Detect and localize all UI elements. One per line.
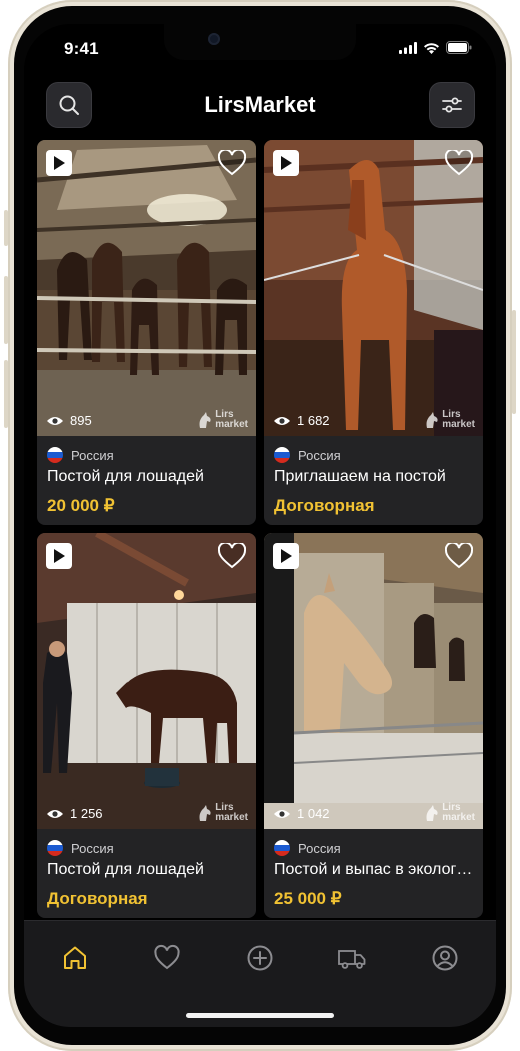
russia-flag-icon bbox=[274, 447, 290, 463]
favorite-heart-icon[interactable] bbox=[445, 543, 473, 569]
stalls-corridor-photo bbox=[264, 533, 483, 829]
status-icons bbox=[399, 41, 472, 54]
lirs-market-watermark: Lirs market bbox=[198, 803, 248, 823]
views-count: 895 bbox=[70, 413, 92, 428]
stable-horses-photo bbox=[37, 140, 256, 436]
tab-profile[interactable] bbox=[429, 943, 461, 973]
play-icon bbox=[281, 549, 292, 563]
russia-flag-icon bbox=[274, 840, 290, 856]
volume-down-button bbox=[4, 360, 8, 428]
eye-icon bbox=[47, 809, 63, 818]
listing-info: Россия Приглашаем на постой Договорная bbox=[264, 436, 483, 525]
profile-icon bbox=[432, 945, 458, 971]
status-bar: 9:41 bbox=[24, 24, 496, 74]
listing-photo: 1 256 Lirs market bbox=[37, 533, 256, 829]
video-badge bbox=[273, 543, 299, 569]
listing-price: Договорная bbox=[47, 889, 148, 908]
horse-logo-icon bbox=[426, 805, 438, 821]
home-indicator[interactable] bbox=[186, 1013, 334, 1018]
lirs-market-watermark: Lirs market bbox=[425, 803, 475, 823]
tab-home[interactable] bbox=[59, 943, 91, 973]
lirs-market-watermark: Lirs market bbox=[198, 410, 248, 430]
listing-price: 25 000 ₽ bbox=[274, 889, 342, 908]
tab-transport[interactable] bbox=[336, 943, 368, 973]
chestnut-horse-photo bbox=[264, 140, 483, 436]
listing-photo: 1 042 Lirs market bbox=[264, 533, 483, 829]
listing-card[interactable]: 1 682 Lirs market Россия Приглашаем на по… bbox=[264, 140, 483, 525]
horse-logo-icon bbox=[199, 805, 211, 821]
listing-country: Россия bbox=[47, 446, 246, 464]
country-name: Россия bbox=[71, 840, 114, 856]
eye-icon bbox=[274, 809, 290, 818]
play-icon bbox=[281, 156, 292, 170]
battery-icon bbox=[446, 41, 472, 54]
video-badge bbox=[46, 543, 72, 569]
video-badge bbox=[273, 150, 299, 176]
home-icon bbox=[64, 946, 86, 969]
listing-title: Постой для лошадей bbox=[47, 861, 204, 878]
views-count: 1 042 bbox=[297, 806, 330, 821]
favorite-heart-icon[interactable] bbox=[445, 150, 473, 176]
views-counter: 895 bbox=[46, 413, 92, 428]
listing-info: Россия Постой для лошадей 20 000 ₽ bbox=[37, 436, 256, 525]
listing-card[interactable]: 1 042 Lirs market Россия Постой и выпас в… bbox=[264, 533, 483, 918]
views-count: 1 682 bbox=[297, 413, 330, 428]
truck-icon bbox=[338, 950, 366, 969]
listing-title: Постой и выпас в экологи… bbox=[274, 861, 473, 878]
listing-country: Россия bbox=[274, 839, 473, 857]
heart-icon bbox=[154, 944, 180, 970]
wifi-icon bbox=[424, 42, 439, 54]
listing-country: Россия bbox=[274, 446, 473, 464]
filters-button[interactable] bbox=[429, 82, 475, 128]
tab-add-listing[interactable] bbox=[244, 943, 276, 973]
country-name: Россия bbox=[298, 447, 341, 463]
eye-icon bbox=[274, 416, 290, 425]
play-icon bbox=[54, 549, 65, 563]
views-counter: 1 682 bbox=[273, 413, 330, 428]
listing-photo: 1 682 Lirs market bbox=[264, 140, 483, 436]
views-counter: 1 042 bbox=[273, 806, 330, 821]
mute-switch bbox=[4, 210, 8, 246]
eye-icon bbox=[47, 416, 63, 425]
screen: 9:41 LirsMarket 895 Lirs market Россия П… bbox=[24, 24, 496, 1027]
horse-logo-icon bbox=[426, 412, 438, 428]
horse-with-handler-photo bbox=[37, 533, 256, 829]
listing-price: Договорная bbox=[274, 496, 375, 515]
video-badge bbox=[46, 150, 72, 176]
russia-flag-icon bbox=[47, 840, 63, 856]
listing-photo: 895 Lirs market bbox=[37, 140, 256, 436]
listing-title: Приглашаем на постой bbox=[274, 468, 446, 485]
top-bar: LirsMarket bbox=[24, 78, 496, 134]
listing-card[interactable]: 895 Lirs market Россия Постой для лошадей… bbox=[37, 140, 256, 525]
country-name: Россия bbox=[298, 840, 341, 856]
russia-flag-icon bbox=[47, 447, 63, 463]
cellular-signal-icon bbox=[399, 41, 417, 54]
tab-bar bbox=[24, 920, 496, 1027]
tab-favorites[interactable] bbox=[151, 943, 183, 973]
notch bbox=[164, 24, 356, 60]
country-name: Россия bbox=[71, 447, 114, 463]
views-counter: 1 256 bbox=[46, 806, 103, 821]
listing-info: Россия Постой для лошадей Договорная bbox=[37, 829, 256, 918]
views-count: 1 256 bbox=[70, 806, 103, 821]
lirs-market-watermark: Lirs market bbox=[425, 410, 475, 430]
listing-price: 20 000 ₽ bbox=[47, 496, 115, 515]
front-camera bbox=[208, 33, 220, 45]
listing-card[interactable]: 1 256 Lirs market Россия Постой для лошад… bbox=[37, 533, 256, 918]
plus-circle-icon bbox=[247, 945, 273, 971]
favorite-heart-icon[interactable] bbox=[218, 150, 246, 176]
volume-up-button bbox=[4, 276, 8, 344]
power-button bbox=[512, 310, 516, 414]
sliders-icon bbox=[442, 97, 462, 113]
status-time: 9:41 bbox=[64, 39, 99, 58]
favorite-heart-icon[interactable] bbox=[218, 543, 246, 569]
listing-title: Постой для лошадей bbox=[47, 468, 204, 485]
listing-country: Россия bbox=[47, 839, 246, 857]
app-title: LirsMarket bbox=[204, 92, 316, 117]
play-icon bbox=[54, 156, 65, 170]
horse-logo-icon bbox=[199, 412, 211, 428]
listing-info: Россия Постой и выпас в экологи… 25 000 … bbox=[264, 829, 483, 918]
